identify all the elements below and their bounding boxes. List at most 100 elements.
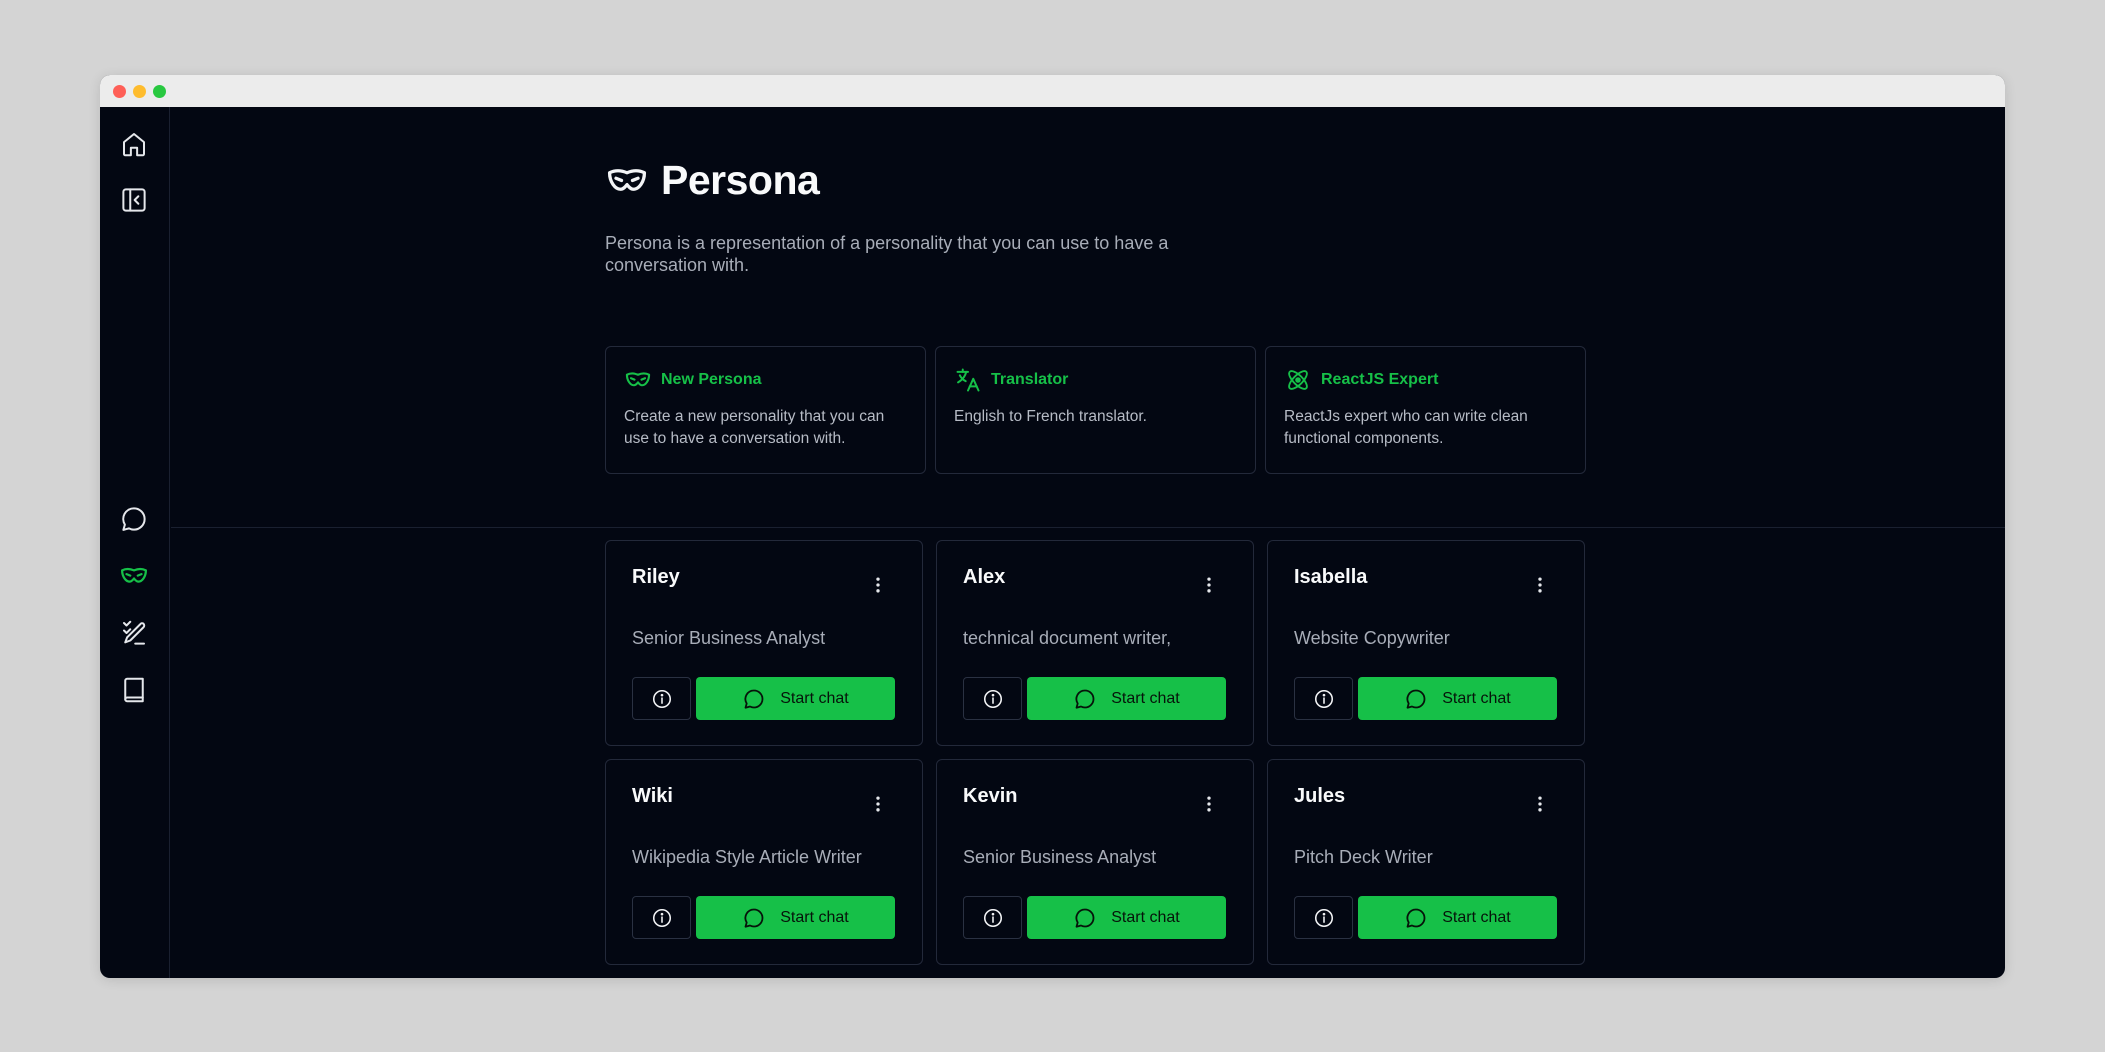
window-titlebar (100, 75, 2005, 107)
chat-bubble-icon (1075, 908, 1095, 928)
persona-info-button[interactable] (632, 677, 691, 720)
sidebar-item-personas[interactable] (117, 559, 151, 593)
sidebar-item-chats[interactable] (117, 502, 151, 536)
start-chat-label: Start chat (780, 908, 849, 926)
start-chat-label: Start chat (1442, 908, 1511, 926)
sidebar-item-home[interactable] (117, 127, 151, 161)
persona-menu-button[interactable] (1530, 573, 1550, 597)
sidebar (100, 107, 170, 978)
template-card-new-persona[interactable]: New Persona Create a new personality tha… (605, 346, 926, 474)
template-card-translator[interactable]: Translator English to French translator. (935, 346, 1256, 474)
template-name: New Persona (661, 371, 762, 388)
start-chat-button[interactable]: Start chat (1358, 896, 1557, 939)
persona-name: Isabella (1294, 566, 1368, 588)
persona-role: Pitch Deck Writer (1294, 847, 1433, 867)
sidebar-item-prompts[interactable] (117, 616, 151, 650)
persona-card-riley: Riley Senior Business Analyst Start chat (605, 540, 923, 746)
chat-bubble-icon (122, 507, 146, 531)
persona-name: Wiki (632, 785, 673, 807)
template-list: New Persona Create a new personality tha… (605, 346, 1586, 474)
persona-role: Senior Business Analyst (632, 628, 826, 648)
translate-icon (956, 368, 980, 392)
start-chat-button[interactable]: Start chat (1027, 896, 1226, 939)
prompt-pen-icon (123, 620, 146, 645)
persona-actions: Start chat (1294, 677, 1557, 720)
persona-card-isabella: Isabella Website Copywriter Start chat (1267, 540, 1585, 746)
persona-info-button[interactable] (963, 677, 1022, 720)
persona-role: technical document writer, (963, 628, 1172, 648)
main-content: Persona Persona is a representation of a… (171, 107, 2005, 978)
persona-menu-button[interactable] (1530, 792, 1550, 816)
persona-menu-button[interactable] (1199, 792, 1219, 816)
start-chat-label: Start chat (1111, 689, 1180, 707)
persona-name: Jules (1294, 785, 1346, 807)
template-name: ReactJS Expert (1321, 371, 1439, 388)
section-divider (171, 527, 2005, 528)
mask-icon (625, 372, 651, 387)
book-icon (124, 677, 144, 703)
maximize-window-button[interactable] (153, 85, 166, 98)
template-card-reactjs-expert[interactable]: ReactJS Expert ReactJs expert who can wr… (1265, 346, 1586, 474)
persona-name: Riley (632, 566, 680, 588)
sidebar-item-library[interactable] (117, 673, 151, 707)
info-icon (652, 689, 671, 708)
persona-name: Alex (963, 566, 1006, 588)
persona-info-button[interactable] (632, 896, 691, 939)
persona-menu-button[interactable] (868, 792, 888, 816)
atom-icon (1288, 370, 1308, 390)
sidebar-collapse-icon (122, 188, 146, 212)
start-chat-button[interactable]: Start chat (696, 677, 895, 720)
persona-role: Website Copywriter (1294, 628, 1450, 648)
persona-card-wiki: Wiki Wikipedia Style Article Writer Star… (605, 759, 923, 965)
persona-actions: Start chat (963, 896, 1226, 939)
start-chat-button[interactable]: Start chat (1358, 677, 1557, 720)
more-vertical-icon (1207, 577, 1211, 593)
app-body: Persona Persona is a representation of a… (100, 107, 2005, 978)
persona-menu-button[interactable] (1199, 573, 1219, 597)
info-icon (983, 908, 1002, 927)
start-chat-button[interactable]: Start chat (696, 896, 895, 939)
persona-card-kevin: Kevin Senior Business Analyst Start chat (936, 759, 1254, 965)
persona-name: Kevin (963, 785, 1018, 807)
info-icon (983, 689, 1002, 708)
chat-bubble-icon (744, 689, 764, 709)
more-vertical-icon (876, 577, 880, 593)
chat-bubble-icon (1406, 908, 1426, 928)
template-name: Translator (991, 371, 1069, 388)
minimize-window-button[interactable] (133, 85, 146, 98)
template-description: ReactJs expert who can write clean funct… (1284, 408, 1528, 447)
persona-role: Senior Business Analyst (963, 847, 1157, 867)
info-icon (1314, 689, 1333, 708)
close-window-button[interactable] (113, 85, 126, 98)
template-description: Create a new personality that you can us… (624, 408, 885, 447)
persona-actions: Start chat (632, 677, 895, 720)
chat-bubble-icon (744, 908, 764, 928)
chat-bubble-icon (1075, 689, 1095, 709)
mask-icon (121, 567, 147, 583)
more-vertical-icon (1538, 577, 1542, 593)
page-title: Persona (661, 157, 820, 203)
sidebar-collapse-button[interactable] (117, 183, 151, 217)
info-icon (1314, 908, 1333, 927)
start-chat-button[interactable]: Start chat (1027, 677, 1226, 720)
page-description: Persona is a representation of a persona… (605, 233, 1169, 275)
persona-info-button[interactable] (1294, 896, 1353, 939)
chat-bubble-icon (1406, 689, 1426, 709)
start-chat-label: Start chat (1442, 689, 1511, 707)
persona-card-alex: Alex technical document writer, Start ch… (936, 540, 1254, 746)
persona-actions: Start chat (1294, 896, 1557, 939)
info-icon (652, 908, 671, 927)
persona-role: Wikipedia Style Article Writer (632, 847, 862, 867)
persona-actions: Start chat (632, 896, 895, 939)
persona-menu-button[interactable] (868, 573, 888, 597)
more-vertical-icon (1538, 796, 1542, 812)
persona-info-button[interactable] (1294, 677, 1353, 720)
mask-icon (607, 168, 647, 191)
template-description: English to French translator. (954, 408, 1147, 425)
page-header: Persona Persona is a representation of a… (605, 107, 1586, 527)
page-title-row: Persona (605, 157, 820, 204)
home-icon (123, 133, 145, 157)
persona-info-button[interactable] (963, 896, 1022, 939)
app-window: Persona Persona is a representation of a… (100, 75, 2005, 978)
persona-grid: Riley Senior Business Analyst Start chat (605, 540, 1585, 965)
